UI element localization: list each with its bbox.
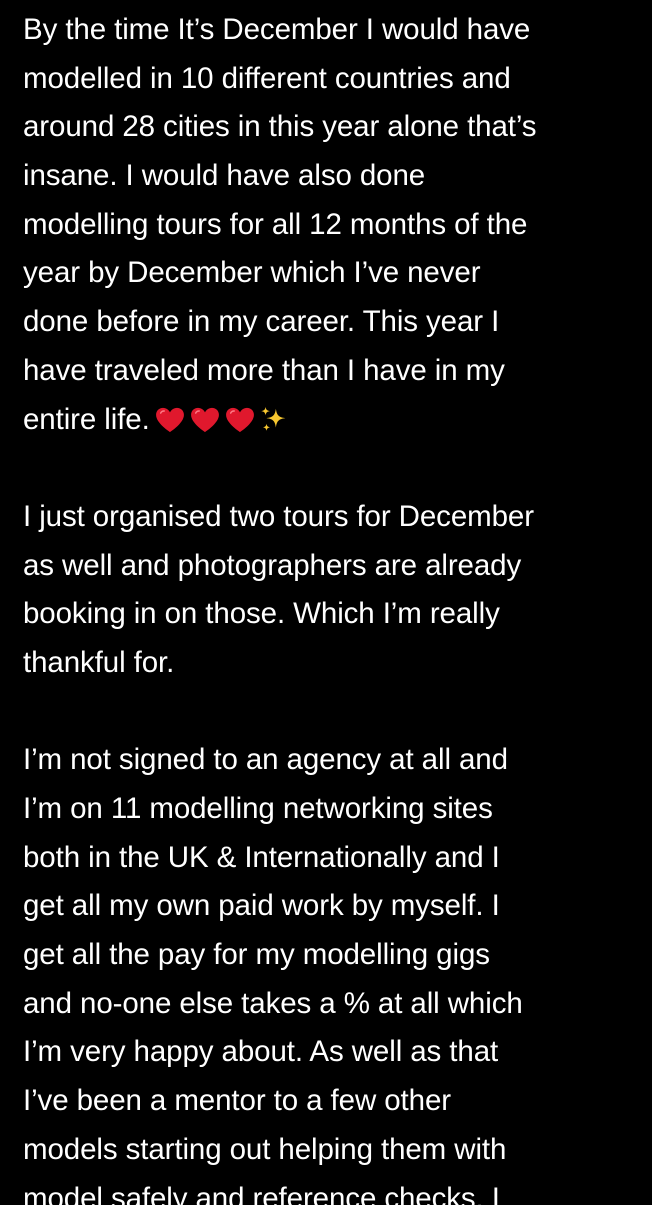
sparkles-emoji [261, 406, 285, 431]
note-line: year by December which I’ve never [23, 256, 481, 290]
heart-emoji [225, 407, 254, 432]
note-line: I’m not signed to an agency at all and [23, 743, 508, 777]
note-line-cut-off: model safely and reference checks. I [23, 1181, 500, 1205]
note-line: done before in my career. This year I [23, 305, 500, 339]
note-line-with-emojis: entire life. [23, 396, 648, 445]
note-line: around 28 cities in this year alone that… [23, 110, 537, 144]
note-line-text: entire life. [23, 402, 150, 436]
note-line: both in the UK & Internationally and I [23, 840, 500, 874]
note-line: get all the pay for my modelling gigs [23, 938, 490, 972]
note-body[interactable]: By the time It’s December I would have m… [23, 6, 648, 1205]
note-line: I’ve been a mentor to a few other [23, 1084, 451, 1118]
note-line: thankful for. [23, 645, 175, 679]
note-line: I’m very happy about. As well as that [23, 1035, 499, 1069]
note-line: booking in on those. Which I’m really [23, 597, 500, 631]
heart-emoji [190, 407, 219, 432]
note-line: get all my own paid work by myself. I [23, 889, 500, 923]
note-line: modelled in 10 different countries and [23, 61, 511, 95]
note-line: insane. I would have also done [23, 159, 426, 193]
note-line: I just organised two tours for December [23, 499, 534, 533]
note-line: as well and photographers are already [23, 548, 522, 582]
heart-emoji [155, 407, 184, 432]
note-line: models starting out helping them with [23, 1132, 507, 1166]
note-line: have traveled more than I have in my [23, 353, 505, 387]
note-line: modelling tours for all 12 months of the [23, 207, 528, 241]
note-line: I’m on 11 modelling networking sites [23, 792, 493, 825]
note-line: By the time It’s December I would have [23, 13, 531, 46]
note-line: and no-one else takes a % at all which [23, 986, 523, 1020]
